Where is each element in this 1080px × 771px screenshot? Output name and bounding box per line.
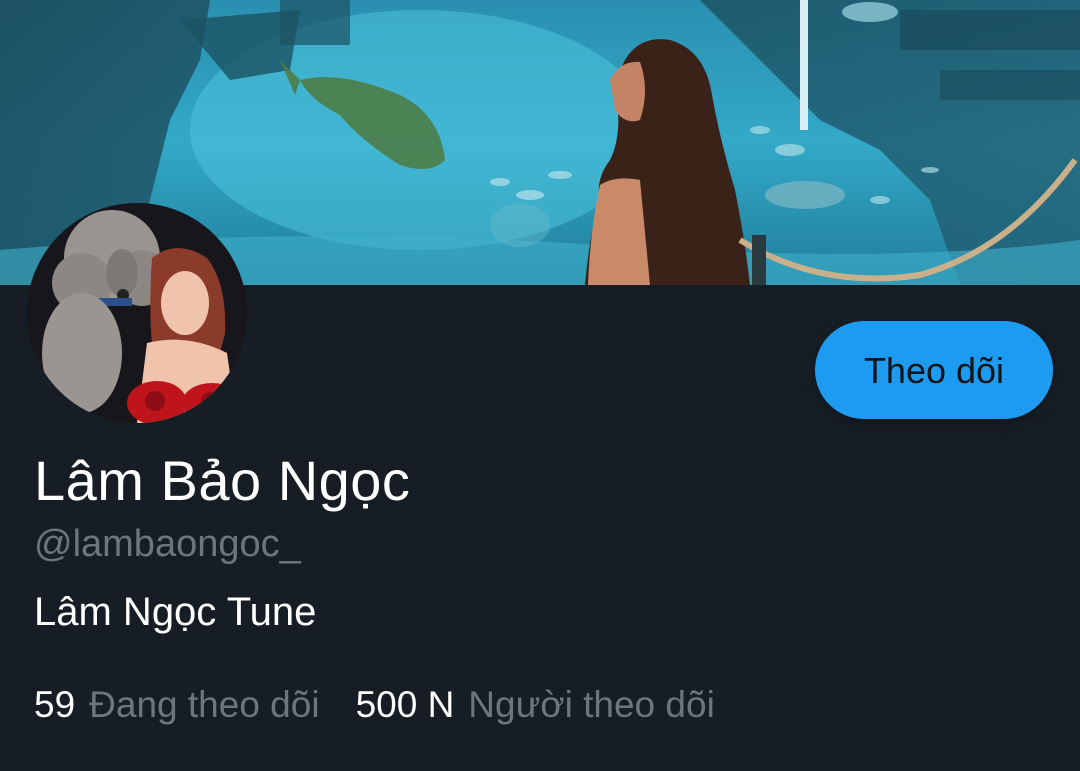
following-stat-link[interactable]: 59 Đang theo dõi xyxy=(34,684,320,726)
profile-stats: 59 Đang theo dõi 500 N Người theo dõi xyxy=(34,684,715,726)
avatar-illustration xyxy=(27,203,247,423)
followers-label: Người theo dõi xyxy=(468,684,715,725)
followers-count: 500 N xyxy=(355,684,455,725)
profile-bio: Lâm Ngọc Tune xyxy=(34,590,317,634)
following-label: Đang theo dõi xyxy=(89,684,320,725)
display-name: Lâm Bảo Ngọc xyxy=(34,449,411,512)
followers-stat-link[interactable]: 500 N Người theo dõi xyxy=(356,684,715,726)
username-handle: @lambaongoc_ xyxy=(34,523,301,565)
follow-button[interactable]: Theo dõi xyxy=(815,321,1053,419)
profile-page: Theo dõi Lâm Bảo Ngọc @lambaongoc_ Lâm N… xyxy=(0,0,1080,771)
profile-avatar[interactable] xyxy=(27,203,247,423)
following-count: 59 xyxy=(34,684,76,725)
